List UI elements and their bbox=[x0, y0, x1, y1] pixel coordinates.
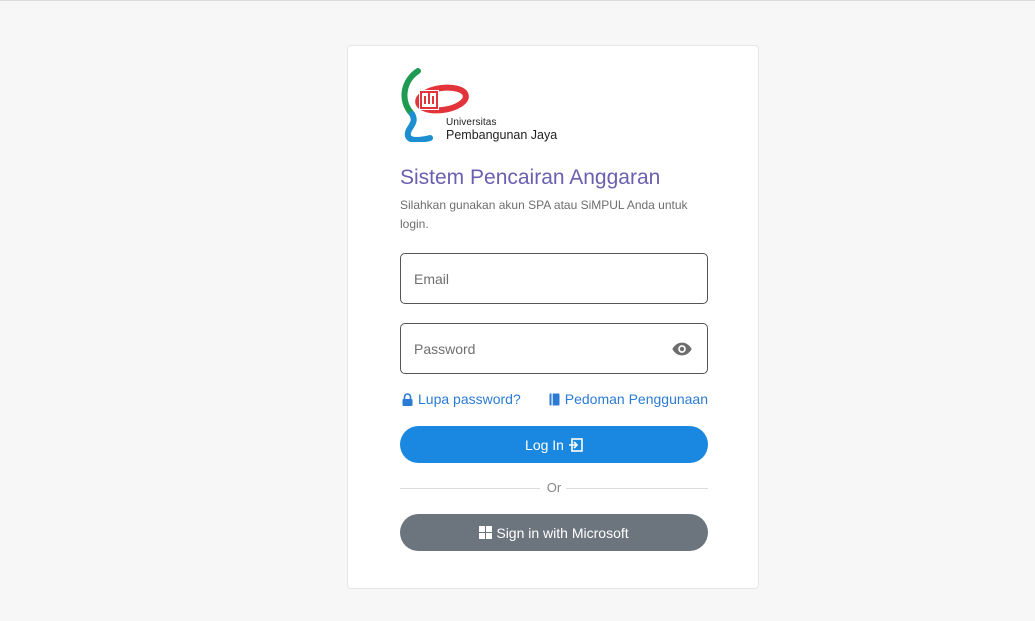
user-guide-link[interactable]: Pedoman Penggunaan bbox=[549, 391, 708, 407]
microsoft-signin-label: Sign in with Microsoft bbox=[496, 524, 629, 541]
university-logo: Universitas Pembangunan Jaya bbox=[400, 68, 560, 143]
login-button[interactable]: Log In bbox=[400, 426, 708, 463]
top-divider bbox=[0, 0, 1035, 1]
logo-wordmark: Universitas Pembangunan Jaya bbox=[446, 118, 557, 142]
password-field-wrapper bbox=[400, 323, 708, 374]
login-button-label: Log In bbox=[525, 436, 564, 453]
windows-logo-icon bbox=[479, 526, 493, 539]
login-card: Universitas Pembangunan Jaya Sistem Penc… bbox=[347, 45, 759, 589]
book-icon bbox=[549, 393, 560, 405]
page-title: Sistem Pencairan Anggaran bbox=[400, 166, 661, 189]
microsoft-signin-button[interactable]: Sign in with Microsoft bbox=[400, 514, 708, 551]
logo-line2: Pembangunan Jaya bbox=[446, 128, 558, 142]
user-guide-label: Pedoman Penggunaan bbox=[564, 391, 708, 407]
forgot-password-link[interactable]: Lupa password? bbox=[402, 391, 521, 407]
password-field[interactable] bbox=[414, 324, 654, 373]
logo-line1: Universitas bbox=[446, 117, 497, 128]
helper-links: Lupa password? Pedoman Penggunaan bbox=[400, 391, 708, 411]
email-field-wrapper bbox=[400, 253, 708, 304]
lock-icon bbox=[402, 392, 413, 406]
forgot-password-label: Lupa password? bbox=[418, 391, 521, 407]
login-arrow-icon bbox=[568, 437, 583, 452]
page-subtitle: Silahkan gunakan akun SPA atau SiMPUL An… bbox=[400, 198, 688, 231]
email-field[interactable] bbox=[414, 254, 654, 303]
or-label: Or bbox=[546, 480, 562, 495]
or-divider: Or bbox=[400, 479, 708, 497]
eye-icon[interactable] bbox=[671, 338, 693, 360]
